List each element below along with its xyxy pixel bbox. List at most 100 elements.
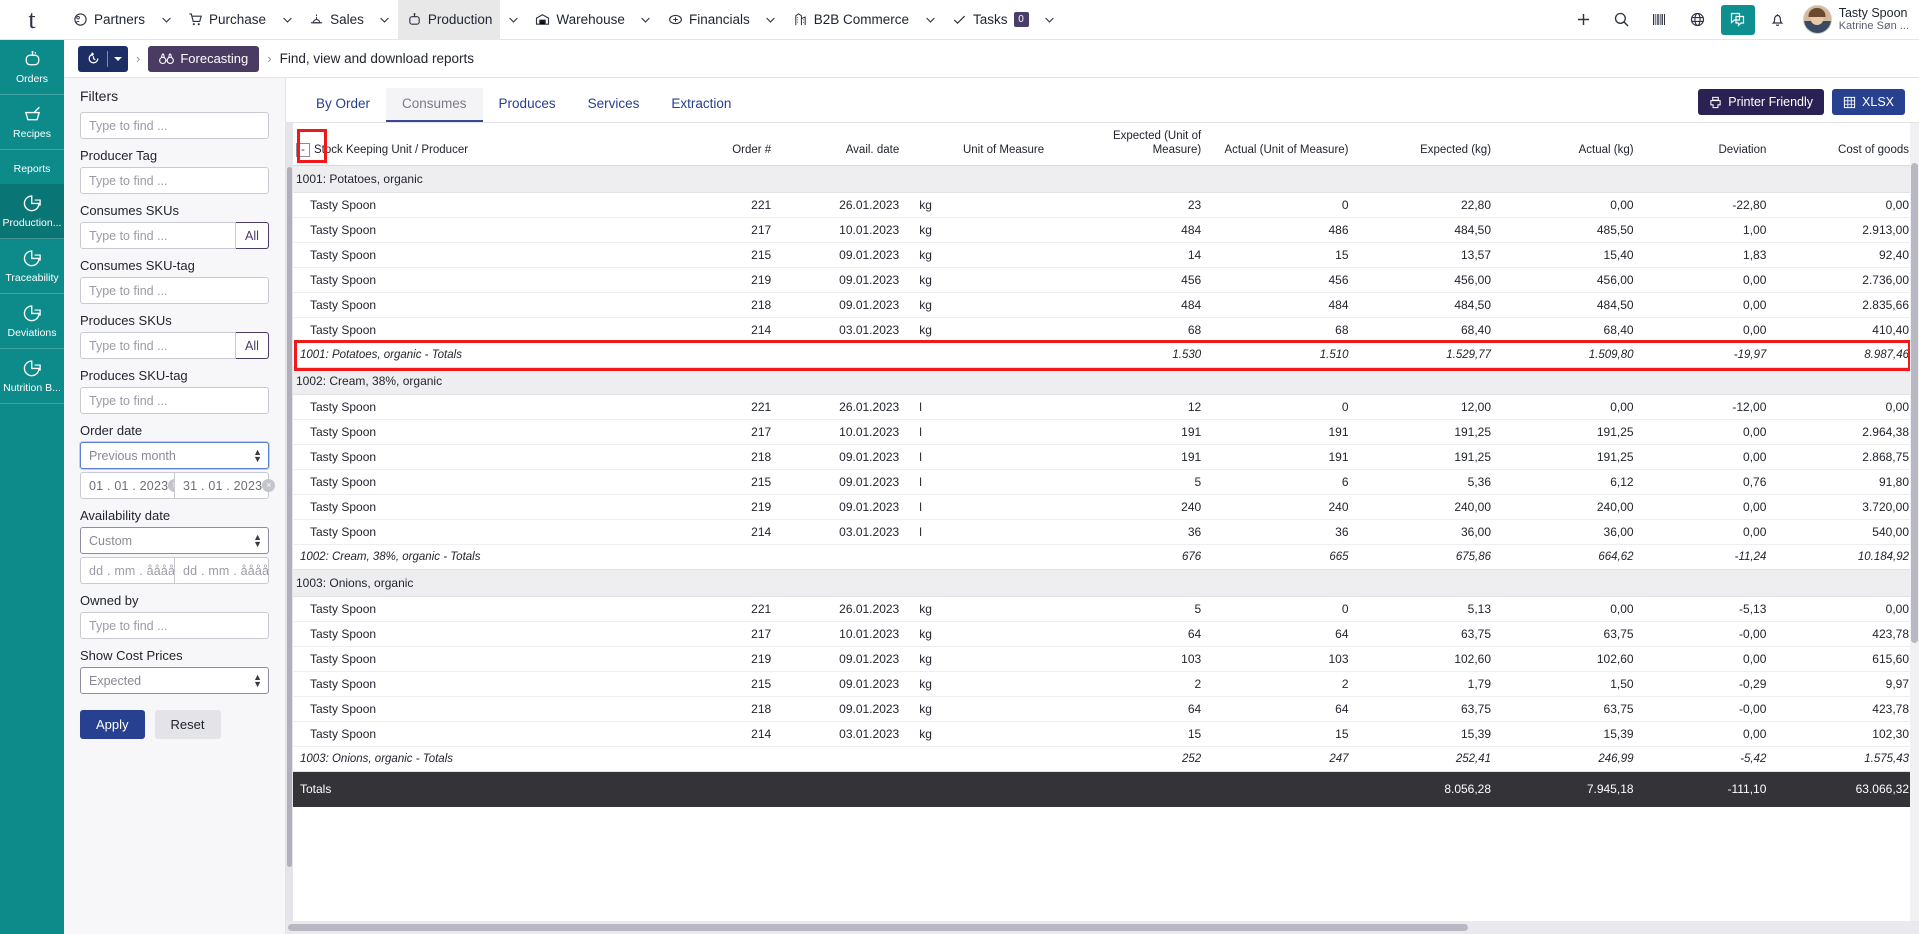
menu-partners[interactable]: Partners <box>64 0 153 40</box>
column-header[interactable]: Expected (kg) <box>1358 123 1502 166</box>
filter-input[interactable] <box>80 387 269 414</box>
clear-icon[interactable]: × <box>262 479 276 492</box>
globe-icon[interactable] <box>1679 0 1717 40</box>
chat-icon[interactable] <box>1720 4 1755 35</box>
menu-sales[interactable]: Sales <box>300 0 372 40</box>
filter-all-button[interactable]: All <box>236 332 269 359</box>
tab-extraction[interactable]: Extraction <box>655 88 747 122</box>
table-row[interactable]: Tasty Spoon 217 10.01.2023 kg 64 64 63,75 63,75… <box>286 621 1919 647</box>
app-logo[interactable]: t <box>0 0 64 40</box>
sidebar-item-recipes[interactable]: Recipes <box>0 95 64 150</box>
chevron-down-icon[interactable] <box>758 0 784 40</box>
tab-services[interactable]: Services <box>572 88 656 122</box>
xlsx-button[interactable]: XLSX <box>1832 89 1905 115</box>
table-row[interactable]: Tasty Spoon 221 26.01.2023 l 12 0 12,00 0,00 -12… <box>286 394 1919 420</box>
row-scroll-gutter[interactable] <box>286 123 293 921</box>
table-row[interactable]: Tasty Spoon 218 09.01.2023 kg 64 64 63,75 63,75… <box>286 696 1919 722</box>
table-row[interactable]: Tasty Spoon 214 03.01.2023 l 36 36 36,00 36,00 0… <box>286 519 1919 545</box>
table-row[interactable]: Tasty Spoon 215 09.01.2023 kg 2 2 1,79 1,50 -0,2… <box>286 671 1919 697</box>
column-header[interactable]: Expected (Unit of Measure) <box>1054 123 1212 166</box>
filter-input[interactable] <box>80 222 236 249</box>
menu-financials[interactable]: Financials <box>659 0 758 40</box>
tab-by-order[interactable]: By Order <box>300 88 386 122</box>
table-row[interactable]: Tasty Spoon 219 09.01.2023 kg 456 456 456,00 45… <box>286 267 1919 293</box>
chevron-down-icon[interactable] <box>274 0 300 40</box>
column-header[interactable]: Avail. date <box>781 123 910 166</box>
tab-consumes[interactable]: Consumes <box>386 88 483 122</box>
table-row[interactable]: Tasty Spoon 214 03.01.2023 kg 15 15 15,39 15,39… <box>286 721 1919 747</box>
group-header-row[interactable]: 1003: Onions, organic <box>286 569 1919 597</box>
tab-produces[interactable]: Produces <box>483 88 572 122</box>
table-row[interactable]: Tasty Spoon 221 26.01.2023 kg 5 0 5,13 0,00 -5,1… <box>286 596 1919 622</box>
availability-date-from[interactable]: dd . mm . åååå <box>80 557 175 584</box>
search-icon[interactable] <box>1603 0 1641 40</box>
sidebar-item-traceability[interactable]: Traceability <box>0 239 64 294</box>
column-header[interactable]: Deviation <box>1643 123 1777 166</box>
history-button[interactable] <box>78 45 128 72</box>
chevron-down-icon[interactable] <box>153 0 179 40</box>
filter-input[interactable] <box>80 332 236 359</box>
sidebar-item-production[interactable]: Production... <box>0 184 64 239</box>
user-menu[interactable]: Tasty Spoon Katrine Søn ... <box>1797 0 1919 40</box>
table-row[interactable]: Tasty Spoon 219 09.01.2023 kg 103 103 102,60 10… <box>286 646 1919 672</box>
availability-date-select[interactable]: Custom <box>80 527 269 554</box>
order-date-to[interactable]: 31 . 01 . 2023 × <box>174 472 276 499</box>
cell-exp-uom: 36 <box>1054 519 1212 545</box>
sidebar-item-orders[interactable]: Orders <box>0 40 64 95</box>
order-date-to-value: 31 . 01 . 2023 <box>183 478 263 493</box>
chevron-down-icon[interactable] <box>1037 0 1063 40</box>
order-date-select[interactable]: Previous month <box>80 442 269 469</box>
apply-button[interactable]: Apply <box>80 710 145 739</box>
menu-tasks[interactable]: Tasks 0 <box>943 0 1037 40</box>
chevron-down-icon[interactable] <box>917 0 943 40</box>
table-row[interactable]: Tasty Spoon 218 09.01.2023 kg 484 484 484,50 48… <box>286 292 1919 318</box>
menu-warehouse[interactable]: Warehouse <box>526 0 633 40</box>
vertical-scrollbar[interactable] <box>1910 123 1919 921</box>
sidebar-item-deviations[interactable]: Deviations <box>0 294 64 349</box>
totals-exp-kg: 1.529,77 <box>1358 341 1502 368</box>
column-header[interactable]: Unit of Measure <box>909 123 1055 166</box>
table-row[interactable]: Tasty Spoon 219 09.01.2023 l 240 240 240,00 240… <box>286 494 1919 520</box>
menu-label: B2B Commerce <box>813 12 910 27</box>
barcode-icon[interactable] <box>1641 0 1679 40</box>
table-row[interactable]: Tasty Spoon 217 10.01.2023 l 191 191 191,25 191… <box>286 419 1919 445</box>
producer-search-input[interactable] <box>80 112 269 139</box>
column-header[interactable]: Actual (kg) <box>1501 123 1644 166</box>
reset-button[interactable]: Reset <box>154 710 221 739</box>
availability-date-to[interactable]: dd . mm . åååå <box>174 557 269 584</box>
printer-friendly-button[interactable]: Printer Friendly <box>1698 89 1825 115</box>
group-header-row[interactable]: 1002: Cream, 38%, organic <box>286 367 1919 395</box>
column-header[interactable]: Order # <box>684 123 782 166</box>
menu-production[interactable]: Production <box>397 0 501 40</box>
horizontal-scrollbar[interactable] <box>286 921 1919 934</box>
filter-input[interactable] <box>80 167 269 194</box>
column-header[interactable]: Cost of goods <box>1776 123 1919 166</box>
table-row[interactable]: Tasty Spoon 214 03.01.2023 kg 68 68 68,40 68,40… <box>286 317 1919 343</box>
filter-input[interactable] <box>80 277 269 304</box>
column-header[interactable]: - Stock Keeping Unit / Producer <box>286 123 685 166</box>
table-row[interactable]: Tasty Spoon 218 09.01.2023 l 191 191 191,25 191… <box>286 444 1919 470</box>
table-row[interactable]: Tasty Spoon 217 10.01.2023 kg 484 486 484,50 48… <box>286 217 1919 243</box>
bell-icon[interactable] <box>1759 0 1797 40</box>
show-cost-prices-select[interactable]: Expected <box>80 667 269 694</box>
menu-purchase[interactable]: Purchase <box>179 0 274 40</box>
filter-all-button[interactable]: All <box>236 222 269 249</box>
cell-exp-uom: 484 <box>1054 292 1212 318</box>
breadcrumb-page-title[interactable]: Find, view and download reports <box>280 51 474 66</box>
menu-b2b-commerce[interactable]: B2B Commerce <box>784 0 917 40</box>
totals-blank <box>684 543 782 570</box>
chevron-down-icon[interactable] <box>372 0 398 40</box>
breadcrumb-forecasting[interactable]: Forecasting <box>148 45 260 72</box>
chevron-down-icon[interactable] <box>500 0 526 40</box>
column-header[interactable]: Actual (Unit of Measure) <box>1211 123 1359 166</box>
chevron-down-icon[interactable] <box>633 0 659 40</box>
owned-by-input[interactable] <box>80 612 269 639</box>
group-header-row[interactable]: 1001: Potatoes, organic <box>286 165 1919 193</box>
table-row[interactable]: Tasty Spoon 221 26.01.2023 kg 23 0 22,80 0,00 -2… <box>286 192 1919 218</box>
add-button[interactable] <box>1565 0 1603 40</box>
collapse-all-expander[interactable]: - <box>296 143 310 158</box>
table-row[interactable]: Tasty Spoon 215 09.01.2023 l 5 6 5,36 6,12 0,76 9… <box>286 469 1919 495</box>
sidebar-item-nutrition-b[interactable]: Nutrition B... <box>0 349 64 404</box>
table-row[interactable]: Tasty Spoon 215 09.01.2023 kg 14 15 13,57 15,40… <box>286 242 1919 268</box>
order-date-from[interactable]: 01 . 01 . 2023 × <box>80 472 182 499</box>
